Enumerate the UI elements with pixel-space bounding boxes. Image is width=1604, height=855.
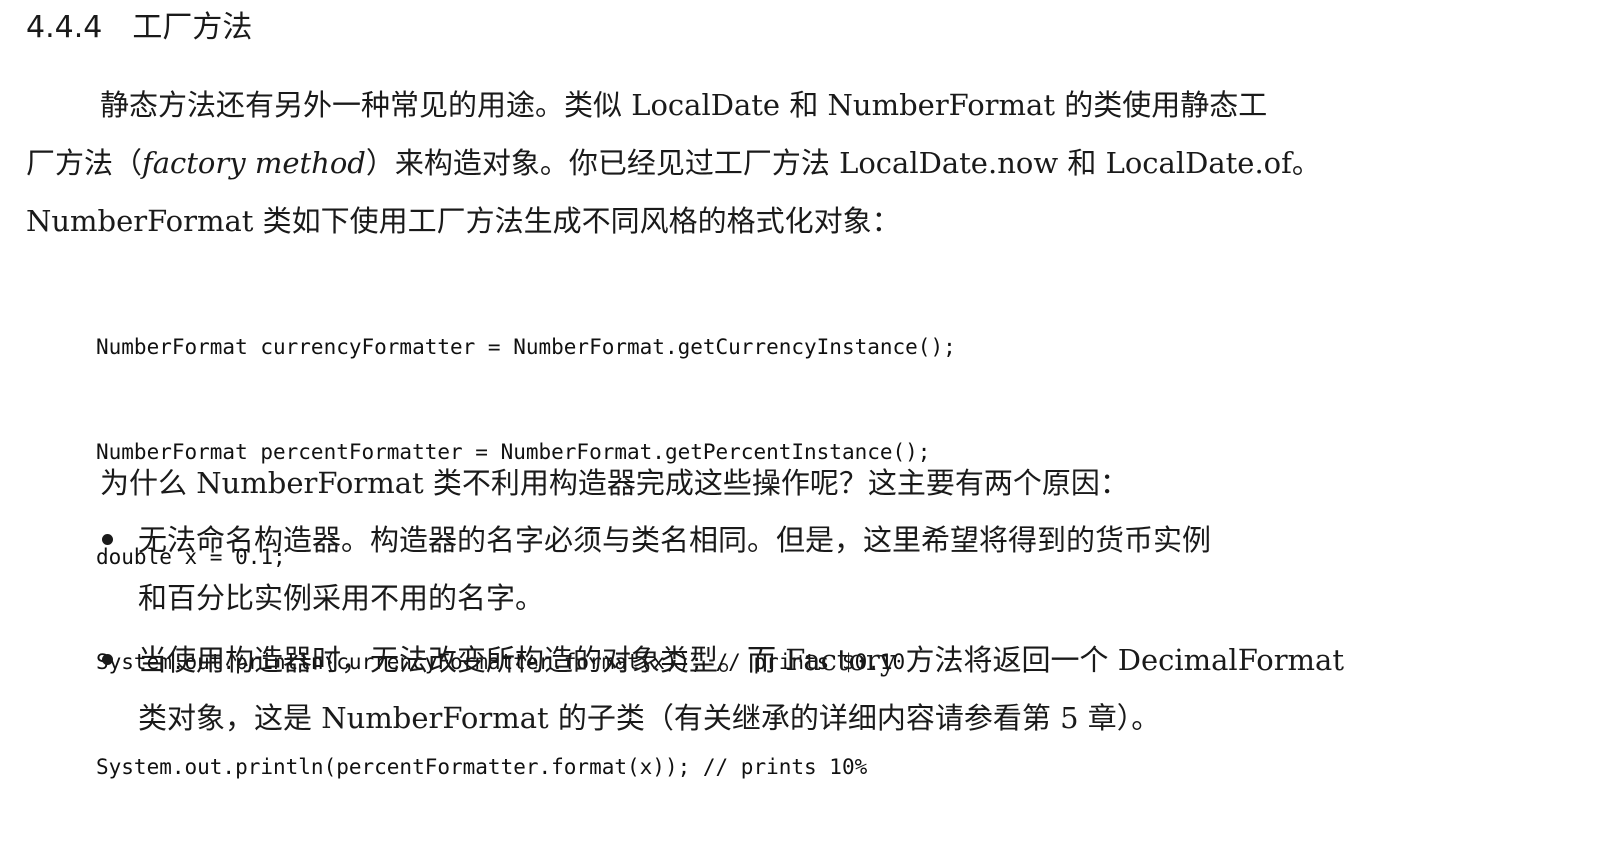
- reasons-list: 无法命名构造器。构造器的名字必须与类名相同。但是，这里希望将得到的货币实例 和百…: [100, 511, 1520, 751]
- question-text: 为什么 NumberFormat 类不利用构造器完成这些操作呢？这主要有两个原因…: [100, 466, 1129, 500]
- intro-line-3: NumberFormat 类如下使用工厂方法生成不同风格的格式化对象：: [26, 204, 901, 238]
- bullet-line: 无法命名构造器。构造器的名字必须与类名相同。但是，这里希望将得到的货币实例: [138, 523, 1212, 557]
- intro-line-2: 厂方法（factory method）来构造对象。你已经见过工厂方法 Local…: [26, 146, 1321, 180]
- bullet-line: 类对象，这是 NumberFormat 的子类（有关继承的详细内容请参看第 5 …: [138, 701, 1161, 735]
- code-line: System.out.println(percentFormatter.form…: [96, 755, 868, 779]
- factory-method-term: factory method: [142, 146, 366, 180]
- section-title: 工厂方法: [132, 10, 253, 45]
- list-item: 当使用构造器时，无法改变所构造的对象类型。而 Factory 方法将返回一个 D…: [100, 631, 1520, 747]
- code-line: NumberFormat currencyFormatter = NumberF…: [96, 335, 956, 359]
- bullet-icon: [102, 534, 113, 545]
- intro-line-1: 静态方法还有另外一种常见的用途。类似 LocalDate 和 NumberFor…: [100, 88, 1268, 122]
- list-item: 无法命名构造器。构造器的名字必须与类名相同。但是，这里希望将得到的货币实例 和百…: [100, 511, 1520, 627]
- section-number: 4.4.4: [26, 10, 103, 45]
- intro-paragraph: 静态方法还有另外一种常见的用途。类似 LocalDate 和 NumberFor…: [26, 76, 1526, 250]
- book-page: 4.4.4 工厂方法 静态方法还有另外一种常见的用途。类似 LocalDate 和…: [0, 0, 1604, 779]
- bullet-line: 当使用构造器时，无法改变所构造的对象类型。而 Factory 方法将返回一个 D…: [138, 643, 1344, 677]
- bullet-line: 和百分比实例采用不用的名字。: [138, 581, 545, 615]
- bullet-icon: [102, 654, 113, 665]
- section-heading: 4.4.4 工厂方法: [26, 6, 252, 50]
